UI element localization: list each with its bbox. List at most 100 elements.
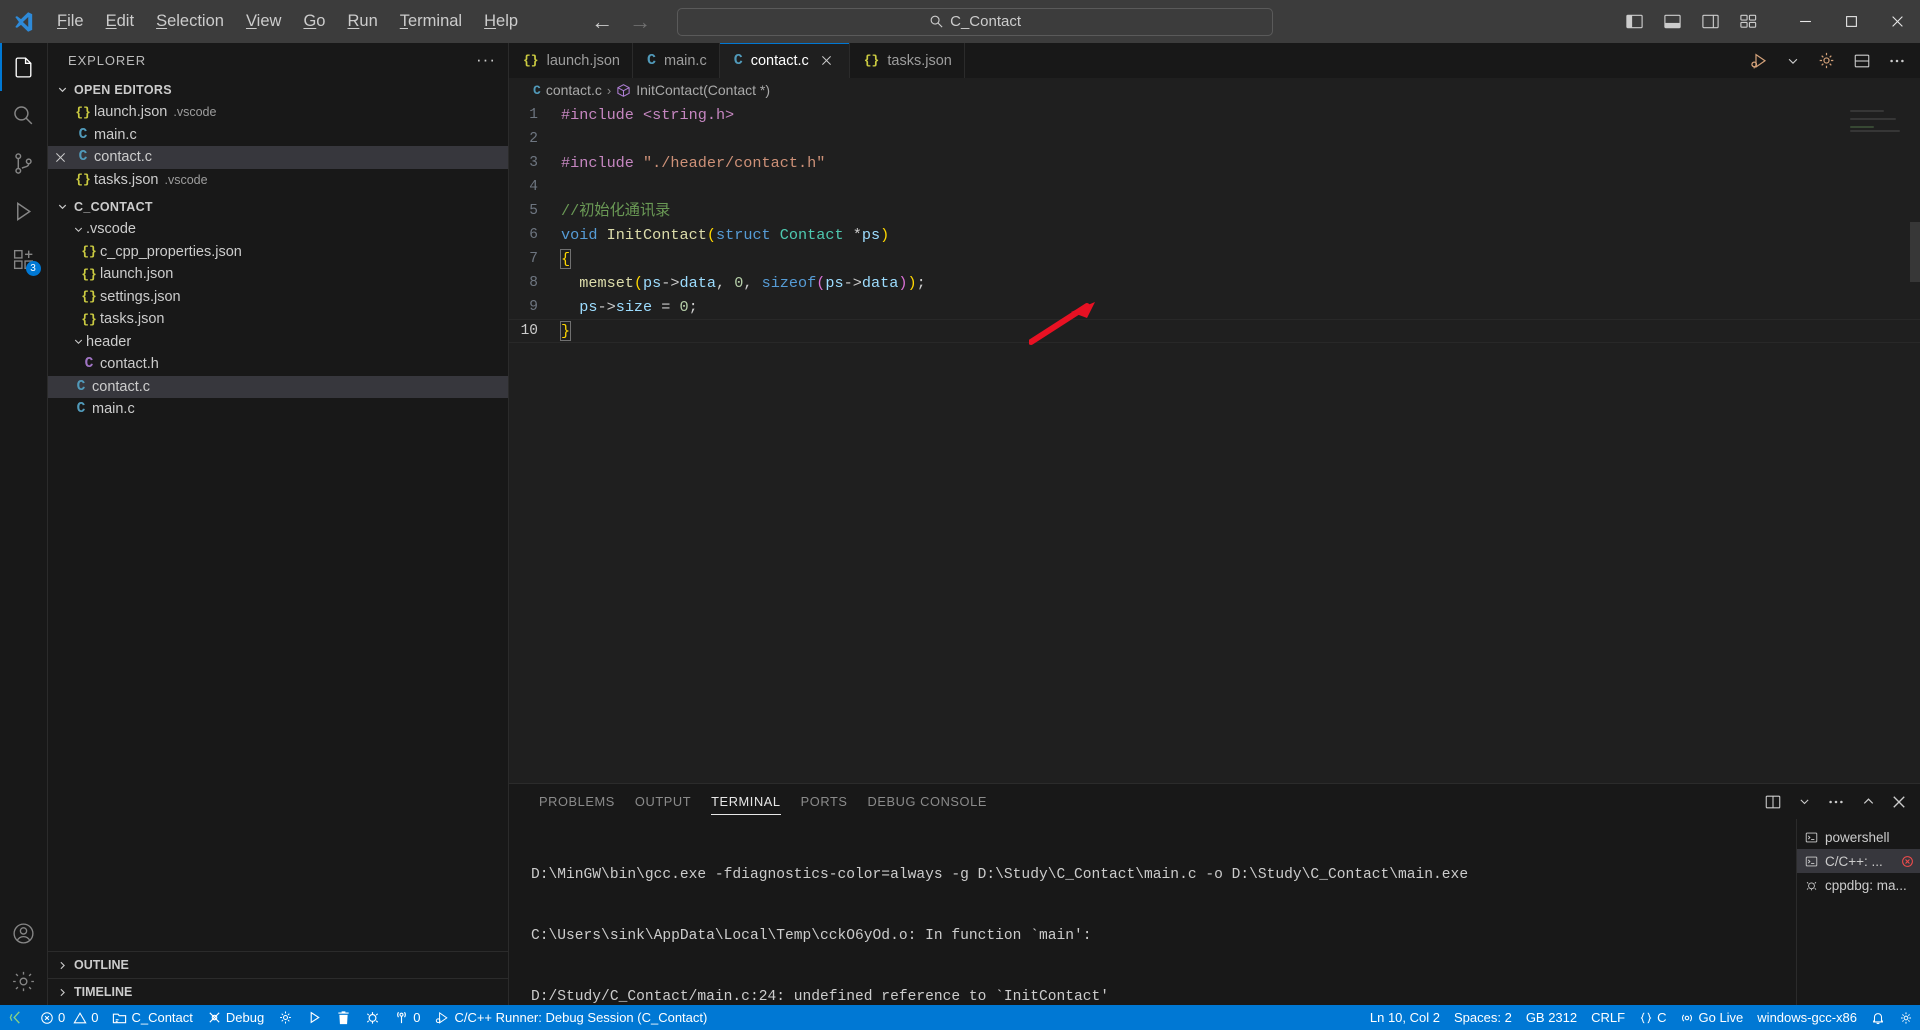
code-editor[interactable]: 1 #include <string.h> 2 3 #include "./he… [509,102,1920,783]
tree-file-row-contact-c[interactable]: C contact.c [48,375,508,398]
status-build-folder[interactable]: C_Contact [105,1005,199,1030]
chevron-down-icon[interactable] [1786,54,1800,68]
tree-folder-header[interactable]: header [48,331,508,354]
editor-scrollbar[interactable] [1910,222,1920,282]
code-line: 8 memset(ps->data, 0, sizeof(ps->data)); [509,271,1920,295]
breadcrumb-file[interactable]: C contact.c [533,82,602,98]
split-editor-icon[interactable] [1853,52,1871,70]
layout-panel-icon[interactable] [1663,12,1682,31]
terminal-entry-c-cpp[interactable]: C/C++: ... [1797,849,1920,873]
sidebar-item-run-and-debug[interactable] [0,187,48,235]
open-editor-row[interactable]: {} tasks.json .vscode [48,169,508,192]
gear-icon[interactable] [1817,51,1836,70]
status-editor-eol[interactable]: CRLF [1584,1005,1632,1030]
tree-file-row[interactable]: {} tasks.json [48,308,508,331]
status-run-build[interactable] [300,1005,329,1030]
menu-run[interactable]: Run [336,9,388,34]
sidebar-item-source-control[interactable] [0,139,48,187]
open-editor-row[interactable]: {} launch.json .vscode [48,101,508,124]
tree-file-row-main-c[interactable]: C main.c [48,398,508,421]
layout-sidebar-right-icon[interactable] [1701,12,1720,31]
terminal-output[interactable]: D:\MinGW\bin\gcc.exe -fdiagnostics-color… [509,819,1796,1005]
c-file-icon: C [76,378,86,395]
tab-ports[interactable]: PORTS [791,784,858,819]
line-number: 5 [529,203,538,219]
tab-output[interactable]: OUTPUT [625,784,701,819]
tab-debug-console[interactable]: DEBUG CONSOLE [858,784,997,819]
tree-file-row[interactable]: {} settings.json [48,286,508,309]
tree-file-name: main.c [92,401,135,418]
close-icon[interactable] [1892,795,1906,809]
status-go-live[interactable]: Go Live [1673,1005,1750,1030]
tab-contact-c[interactable]: C contact.c [719,43,850,78]
minimap[interactable] [1850,110,1906,136]
status-debug-build[interactable] [358,1005,387,1030]
chevron-up-icon[interactable] [1861,794,1876,809]
status-editor-language[interactable]: C [1632,1005,1673,1030]
sidebar-item-explorer[interactable] [0,43,48,91]
tab-label: contact.c [750,52,809,69]
status-debug-config[interactable]: Debug [200,1005,271,1030]
layout-sidebar-left-icon[interactable] [1625,12,1644,31]
tree-file-row[interactable]: C contact.h [48,353,508,376]
tree-file-row[interactable]: {} launch.json [48,263,508,286]
status-cmake-kit[interactable]: windows-gcc-x86 [1750,1005,1864,1030]
menu-help[interactable]: Help [473,9,529,34]
status-clean-build[interactable] [329,1005,358,1030]
open-editor-name: tasks.json [94,171,159,188]
command-center[interactable]: C_Contact [677,7,1274,36]
status-notifications[interactable] [1864,1005,1892,1030]
close-editor-icon[interactable] [48,152,72,163]
ellipsis-icon[interactable] [1888,52,1906,70]
sidebar-item-accounts[interactable] [0,909,48,957]
ellipsis-icon[interactable] [1827,793,1845,811]
menu-edit[interactable]: Edit [95,9,145,34]
layout-grid-icon[interactable] [1739,12,1758,31]
json-file-icon: {} [523,53,539,68]
run-with-debug-icon[interactable] [1749,51,1769,71]
breadcrumb-symbol[interactable]: InitContact(Contact *) [616,82,770,98]
activity-bar: 3 [0,43,48,1005]
section-outline[interactable]: OUTLINE [48,951,508,978]
maximize-icon[interactable] [1828,0,1874,43]
arrow-right-icon[interactable]: → [629,10,651,33]
sidebar-item-extensions[interactable]: 3 [0,235,48,283]
tree-folder-vscode[interactable]: .vscode [48,218,508,241]
sidebar-item-search[interactable] [0,91,48,139]
tab-launch-json[interactable]: {} launch.json [509,43,633,78]
arrow-left-icon[interactable]: ← [591,10,613,33]
open-editor-row[interactable]: C main.c [48,124,508,147]
status-open-settings[interactable] [1892,1005,1920,1030]
status-live-share[interactable]: 0 [387,1005,427,1030]
menu-view[interactable]: View [235,9,292,34]
status-editor-indentation[interactable]: Spaces: 2 [1447,1005,1519,1030]
tab-main-c[interactable]: C main.c [632,43,720,78]
section-timeline[interactable]: TIMELINE [48,978,508,1005]
section-open-editors[interactable]: OPEN EDITORS [48,78,508,101]
status-build-settings[interactable] [271,1005,300,1030]
tab-tasks-json[interactable]: {} tasks.json [849,43,965,78]
tab-problems[interactable]: PROBLEMS [529,784,625,819]
status-editor-position[interactable]: Ln 10, Col 2 [1363,1005,1447,1030]
close-icon[interactable] [817,55,837,66]
chevron-down-icon[interactable] [1798,795,1811,808]
split-icon[interactable] [1764,793,1782,811]
close-icon[interactable] [1874,0,1920,43]
menu-go[interactable]: Go [292,9,336,34]
tree-file-row[interactable]: {} c_cpp_properties.json [48,241,508,264]
section-c-contact[interactable]: C_CONTACT [48,195,508,218]
status-remote-indicator[interactable] [0,1005,33,1030]
status-runner-session[interactable]: C/C++ Runner: Debug Session (C_Contact) [427,1005,714,1030]
menu-selection[interactable]: Selection [145,9,235,34]
tab-terminal[interactable]: TERMINAL [701,784,791,819]
minimize-icon[interactable] [1782,0,1828,43]
menu-terminal[interactable]: Terminal [389,9,473,34]
status-problems[interactable]: 0 0 [33,1005,105,1030]
open-editor-row-contact-c[interactable]: C contact.c [48,146,508,169]
terminal-entry-powershell[interactable]: powershell [1797,825,1920,849]
terminal-entry-cppdbg[interactable]: cppdbg: ma... [1797,873,1920,897]
sidebar-item-manage-settings[interactable] [0,957,48,1005]
status-editor-encoding[interactable]: GB 2312 [1519,1005,1584,1030]
menu-file[interactable]: File [46,9,95,34]
explorer-more-actions[interactable]: ··· [476,51,496,68]
